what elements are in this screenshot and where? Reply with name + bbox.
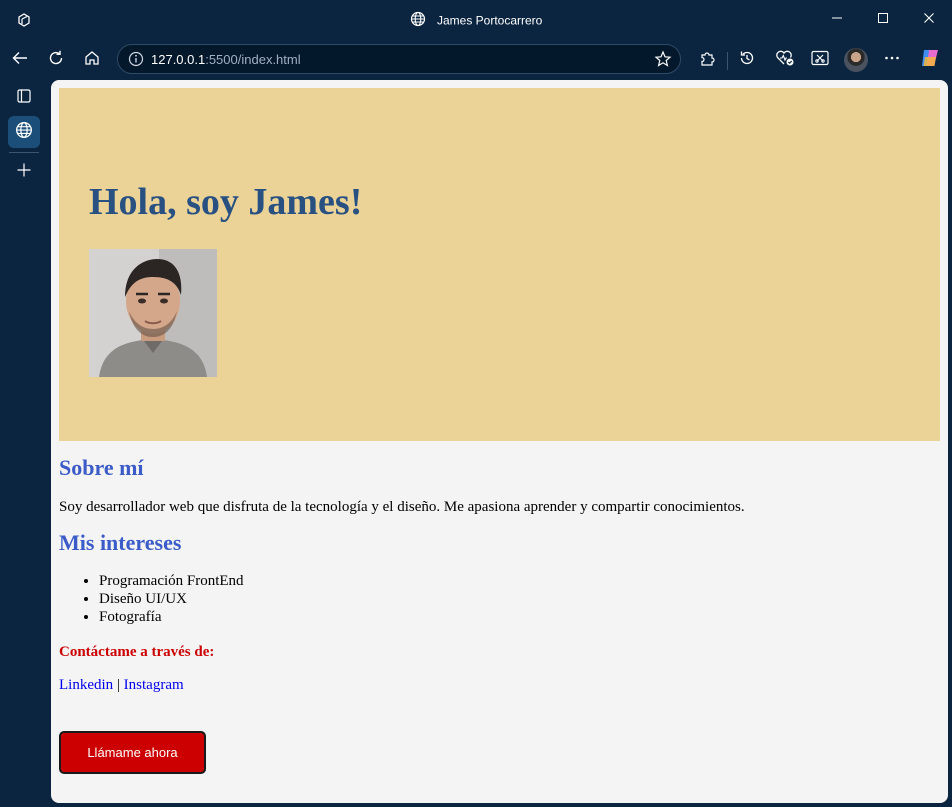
tab-actions-icon: [16, 88, 32, 109]
screenshot-icon: [810, 49, 830, 72]
list-item: Fotografía: [99, 608, 929, 626]
home-icon: [83, 49, 101, 72]
refresh-icon: [47, 49, 65, 72]
profile-avatar[interactable]: [844, 48, 868, 72]
instagram-link[interactable]: Instagram: [124, 677, 184, 693]
history-button[interactable]: [733, 46, 761, 74]
favorite-star-icon[interactable]: [654, 50, 672, 73]
info-icon[interactable]: [128, 51, 144, 72]
toolbar-separator: [727, 52, 728, 70]
tab-james-portocarrero[interactable]: [8, 116, 40, 148]
minimize-button[interactable]: [814, 0, 860, 40]
url-host: 127.0.0.1: [151, 52, 206, 67]
tab-actions-button[interactable]: [8, 82, 40, 114]
history-icon: [738, 49, 756, 72]
browser-toolbar: 127.0.0.1:5500/index.html: [0, 40, 952, 80]
about-heading: Sobre mí: [59, 455, 144, 480]
refresh-button[interactable]: [42, 46, 70, 74]
title-bar: James Portocarrero: [0, 0, 952, 40]
page-viewport: Hola, soy James! Sobre mí Soy desarrolla…: [51, 80, 948, 803]
minimize-icon: [831, 11, 843, 29]
url-path: :5500/index.html: [205, 52, 301, 67]
home-button[interactable]: [78, 46, 106, 74]
interests-heading: Mis intereses: [59, 530, 182, 555]
linkedin-link[interactable]: Linkedin: [59, 677, 113, 693]
screenshot-button[interactable]: [806, 46, 834, 74]
new-tab-button[interactable]: [8, 156, 40, 188]
new-tab-icon: [16, 162, 32, 183]
hero-title: Hola, soy James!: [89, 181, 363, 223]
main-content: Sobre mí Soy desarrollador web que disfr…: [59, 455, 929, 694]
window-title-text: James Portocarrero: [436, 13, 543, 28]
url-text[interactable]: 127.0.0.1:5500/index.html: [151, 52, 301, 67]
list-item: Programación FrontEnd: [99, 572, 929, 590]
call-now-button[interactable]: Llámame ahora: [59, 731, 206, 774]
address-bar[interactable]: 127.0.0.1:5500/index.html: [117, 44, 681, 74]
profile-photo: [89, 249, 217, 377]
browser-essentials-icon: [775, 49, 795, 72]
maximize-button[interactable]: [860, 0, 906, 40]
browser-essentials-button[interactable]: [771, 46, 799, 74]
copilot-icon: [919, 47, 941, 74]
contact-heading: Contáctame a través de:: [59, 644, 215, 660]
window-title: James Portocarrero: [0, 11, 952, 30]
back-icon: [11, 49, 29, 72]
link-separator: |: [116, 677, 120, 693]
interests-list: Programación FrontEnd Diseño UI/UX Fotog…: [59, 572, 929, 626]
social-links: Linkedin | Instagram: [59, 677, 929, 694]
globe-icon: [15, 121, 33, 144]
close-button[interactable]: [906, 0, 952, 40]
maximize-icon: [877, 11, 889, 29]
browser-window: James Portocarrero 127.0.0.1:5500/index.…: [0, 0, 952, 807]
more-button[interactable]: [878, 46, 906, 74]
copilot-button[interactable]: [916, 46, 944, 74]
vertical-tabs-sidebar: [0, 80, 46, 807]
list-item: Diseño UI/UX: [99, 590, 929, 608]
sidebar-divider: [9, 152, 39, 153]
extensions-icon: [698, 49, 716, 72]
more-icon: [883, 49, 901, 72]
globe-icon: [410, 11, 426, 30]
back-button[interactable]: [6, 46, 34, 74]
close-icon: [923, 11, 935, 29]
extensions-button[interactable]: [693, 46, 721, 74]
hero-section: Hola, soy James!: [59, 88, 940, 441]
about-text: Soy desarrollador web que disfruta de la…: [59, 499, 745, 515]
